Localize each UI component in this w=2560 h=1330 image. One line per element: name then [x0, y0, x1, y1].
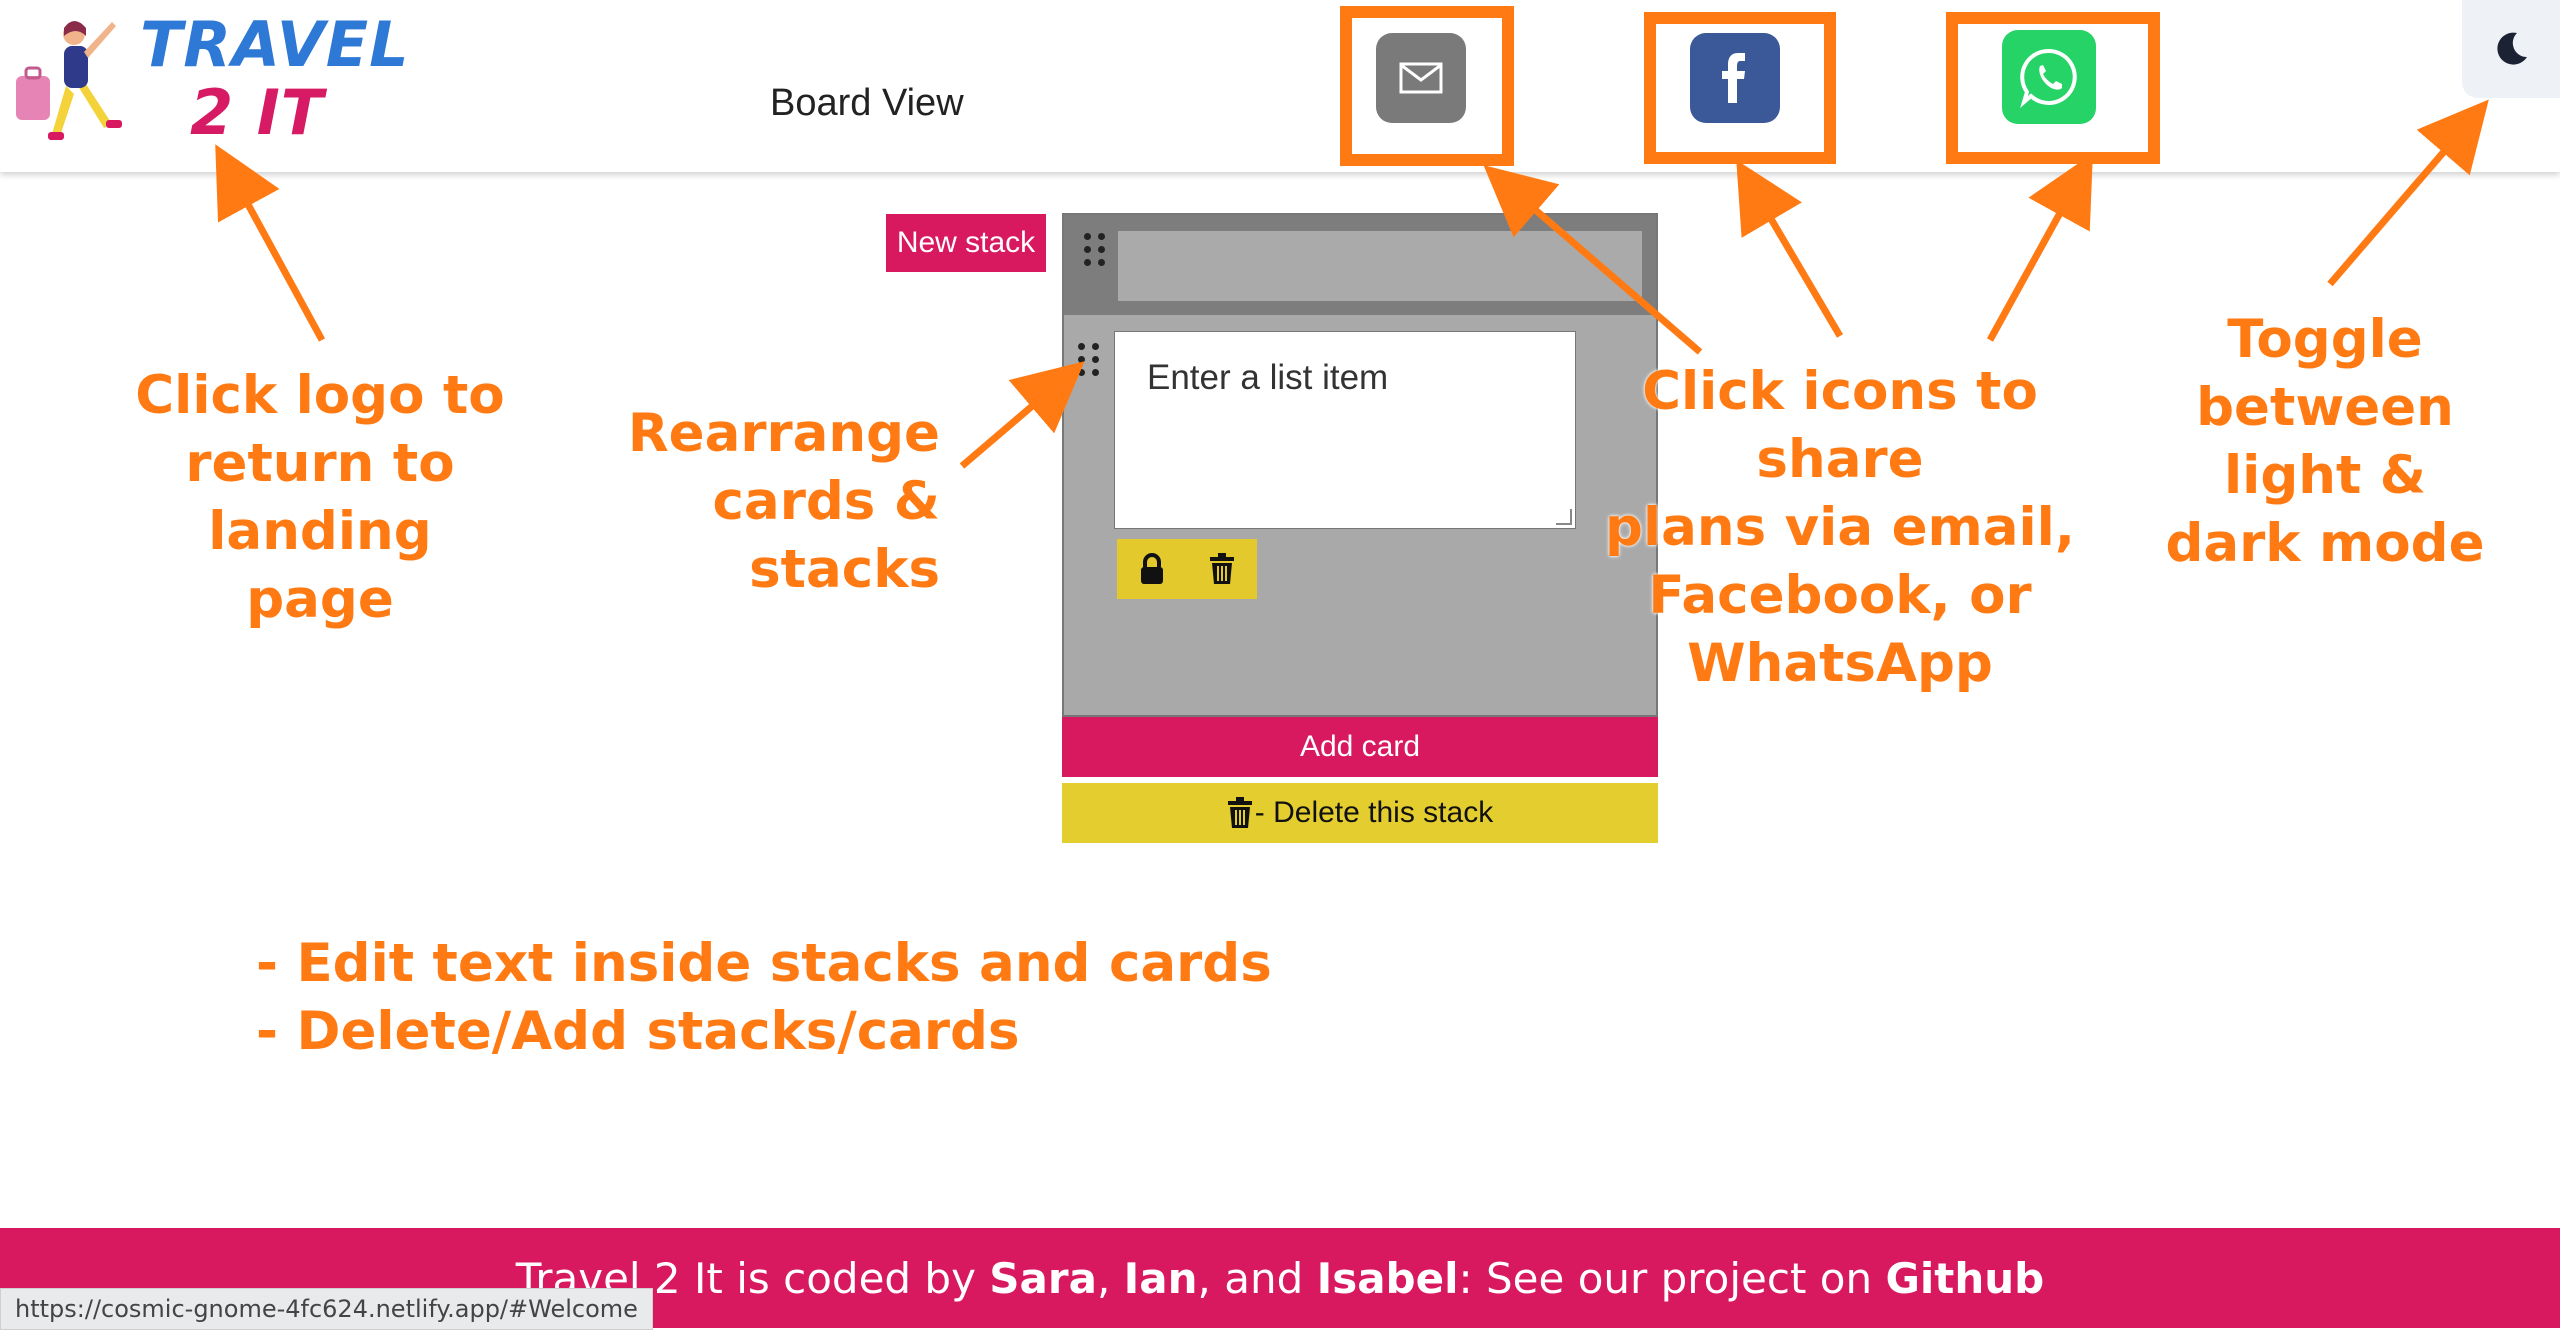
arrow-to-logo — [215, 144, 326, 342]
footer-author-ian: Ian — [1123, 1253, 1198, 1303]
whatsapp-icon — [2020, 48, 2077, 108]
stack-title-input[interactable] — [1118, 231, 1642, 301]
mail-icon — [1399, 62, 1443, 94]
footer-author-sara: Sara — [989, 1253, 1097, 1303]
card-placeholder: Enter a list item — [1147, 358, 1389, 397]
stack-header — [1064, 215, 1656, 315]
github-link[interactable]: Github — [1885, 1254, 2044, 1303]
annotation-rearrange: Rearrange cards & stacks — [627, 403, 940, 600]
arrow-to-drag-handle — [959, 361, 1085, 469]
card-textarea[interactable]: Enter a list item — [1114, 331, 1576, 529]
trash-icon — [1227, 797, 1252, 828]
arrow-to-facebook — [1736, 159, 1844, 338]
footer-author-isabel: Isabel — [1316, 1253, 1459, 1303]
card-drag-handle-icon[interactable] — [1078, 343, 1100, 376]
moon-icon — [2497, 32, 2527, 65]
arrow-to-whatsapp — [1986, 153, 2093, 342]
logo-title-line1: TRAVEL — [140, 8, 410, 81]
footer-sep2: , and — [1197, 1253, 1317, 1303]
new-stack-button[interactable]: New stack — [886, 214, 1046, 272]
share-email-button[interactable] — [1376, 33, 1466, 123]
stack: Enter a list item — [1062, 213, 1658, 717]
annotation-edit: - Edit text inside stacks and cards - De… — [256, 933, 1272, 1062]
share-facebook-button[interactable] — [1690, 33, 1780, 123]
stack-drag-handle-icon[interactable] — [1084, 233, 1106, 266]
logo-title-line2: 2 IT — [190, 76, 325, 149]
top-navbar: TRAVEL 2 IT Board View — [0, 0, 2560, 172]
traveler-illustration — [16, 21, 122, 140]
annotation-logo: Click logo to return to landing page — [135, 365, 505, 630]
delete-stack-label: - Delete this stack — [1254, 796, 1494, 829]
travel2it-logo[interactable]: TRAVEL 2 IT — [8, 6, 409, 156]
footer-sep1: , — [1096, 1253, 1124, 1303]
delete-stack-button[interactable]: - Delete this stack — [1062, 783, 1658, 843]
footer-middle: : See our project on — [1458, 1253, 1886, 1303]
trash-icon[interactable] — [1209, 553, 1235, 585]
dark-mode-toggle[interactable] — [2462, 0, 2560, 98]
facebook-icon — [1722, 53, 1745, 103]
annotation-share: Click icons to share plans via email, Fa… — [1605, 361, 2075, 694]
page-title: Board View — [770, 82, 964, 124]
add-card-button[interactable]: Add card — [1062, 717, 1658, 777]
lock-icon[interactable] — [1139, 553, 1165, 585]
status-bar-url: https://cosmic-gnome-4fc624.netlify.app/… — [0, 1288, 653, 1330]
annotation-toggle: Toggle between light & dark mode — [2165, 309, 2485, 574]
card-toolbar — [1117, 539, 1257, 599]
share-whatsapp-button[interactable] — [2002, 30, 2096, 124]
